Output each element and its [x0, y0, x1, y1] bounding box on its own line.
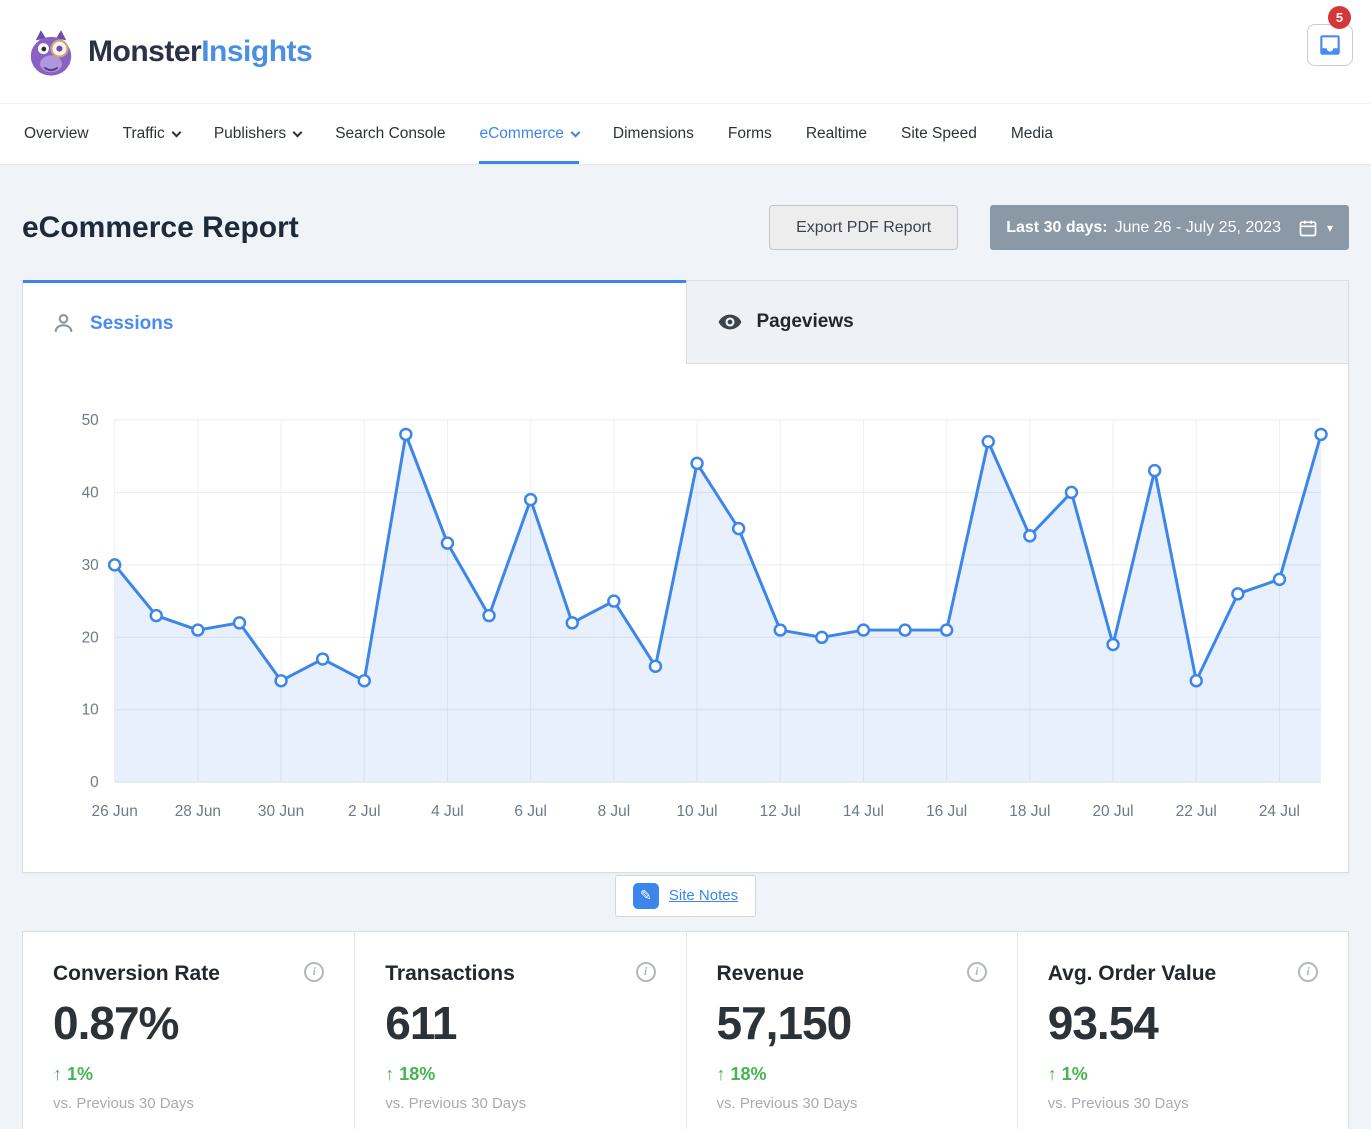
stat-comparison: vs. Previous 30 Days: [385, 1095, 655, 1112]
up-arrow-icon: ↑: [1048, 1064, 1057, 1085]
svg-text:24 Jul: 24 Jul: [1259, 803, 1300, 820]
notifications-button[interactable]: [1307, 24, 1353, 66]
svg-text:18 Jul: 18 Jul: [1009, 803, 1050, 820]
up-arrow-icon: ↑: [717, 1064, 726, 1085]
svg-text:8 Jul: 8 Jul: [598, 803, 631, 820]
main-nav: Overview Traffic Publishers Search Conso…: [0, 104, 1371, 165]
nav-item-ecommerce[interactable]: eCommerce: [479, 104, 578, 164]
nav-item-overview[interactable]: Overview: [24, 104, 89, 164]
app-header: MonsterInsights 5: [0, 0, 1371, 104]
stat-change-value: 18%: [399, 1064, 435, 1085]
stats-panel: Conversion Rate i 0.87% ↑ 1% vs. Previou…: [22, 931, 1349, 1129]
date-range-label: Last 30 days:: [1006, 219, 1107, 237]
svg-text:20: 20: [82, 629, 99, 646]
sessions-chart-panel: Sessions Pageviews 26 Jun 28 Jun 30 Jun 2 J…: [22, 280, 1349, 873]
info-icon[interactable]: i: [967, 962, 987, 982]
stat-card-transactions: Transactions i 611 ↑ 18% vs. Previous 30…: [354, 932, 685, 1129]
stat-title: Avg. Order Value: [1048, 962, 1216, 986]
brand-name: MonsterInsights: [88, 35, 312, 69]
stat-card-avg-order-value: Avg. Order Value i 93.54 ↑ 1% vs. Previo…: [1017, 932, 1348, 1129]
eye-icon: [717, 309, 743, 335]
chevron-down-icon: [570, 127, 580, 137]
info-icon[interactable]: i: [304, 962, 324, 982]
svg-text:40: 40: [82, 484, 99, 501]
svg-text:14 Jul: 14 Jul: [843, 803, 884, 820]
chevron-down-icon: [171, 127, 181, 137]
nav-item-media[interactable]: Media: [1011, 104, 1053, 164]
svg-text:16 Jul: 16 Jul: [926, 803, 967, 820]
svg-text:6 Jul: 6 Jul: [514, 803, 547, 820]
info-icon[interactable]: i: [1298, 962, 1318, 982]
stat-comparison: vs. Previous 30 Days: [717, 1095, 987, 1112]
svg-text:12 Jul: 12 Jul: [760, 803, 801, 820]
chart-area: 26 Jun 28 Jun 30 Jun 2 Jul 4 Jul 6 Jul 8 Jul 10…: [23, 364, 1348, 872]
svg-text:50: 50: [82, 412, 99, 429]
svg-text:10: 10: [82, 702, 99, 719]
stat-change: ↑ 1%: [1048, 1064, 1318, 1085]
stat-title: Conversion Rate: [53, 962, 220, 986]
chart-tab-bar: Sessions Pageviews: [23, 280, 1348, 364]
stat-comparison: vs. Previous 30 Days: [1048, 1095, 1318, 1112]
site-notes-label: Site Notes: [669, 887, 738, 904]
stat-value: 57,150: [717, 996, 987, 1050]
content: eCommerce Report Export PDF Report Last …: [0, 165, 1371, 1129]
tab-pageviews-label: Pageviews: [757, 311, 854, 333]
site-notes-button[interactable]: ✎ Site Notes: [615, 875, 756, 917]
svg-text:4 Jul: 4 Jul: [431, 803, 464, 820]
inbox-icon: [1317, 32, 1343, 58]
nav-item-forms[interactable]: Forms: [728, 104, 772, 164]
svg-text:28 Jun: 28 Jun: [175, 803, 221, 820]
svg-text:2 Jul: 2 Jul: [348, 803, 381, 820]
svg-text:30 Jun: 30 Jun: [258, 803, 304, 820]
svg-text:0: 0: [90, 774, 99, 791]
page-title: eCommerce Report: [22, 211, 769, 245]
info-icon[interactable]: i: [636, 962, 656, 982]
up-arrow-icon: ↑: [53, 1064, 62, 1085]
stat-change: ↑ 18%: [717, 1064, 987, 1085]
stat-value: 0.87%: [53, 996, 324, 1050]
stat-change-value: 1%: [1062, 1064, 1088, 1085]
svg-text:30: 30: [82, 557, 99, 574]
stat-change: ↑ 1%: [53, 1064, 324, 1085]
tab-pageviews[interactable]: Pageviews: [686, 280, 1349, 364]
monsterinsights-logo: [24, 25, 78, 79]
stat-title: Revenue: [717, 962, 805, 986]
export-pdf-button[interactable]: Export PDF Report: [769, 205, 958, 250]
sessions-line-chart[interactable]: 26 Jun 28 Jun 30 Jun 2 Jul 4 Jul 6 Jul 8 Jul 10…: [35, 404, 1334, 854]
stat-value: 93.54: [1048, 996, 1318, 1050]
brand: MonsterInsights: [24, 25, 312, 79]
date-range-picker[interactable]: Last 30 days: June 26 - July 25, 2023 ▾: [990, 205, 1349, 250]
stat-card-revenue: Revenue i 57,150 ↑ 18% vs. Previous 30 D…: [686, 932, 1017, 1129]
stat-change-value: 1%: [67, 1064, 93, 1085]
date-range-value: June 26 - July 25, 2023: [1115, 219, 1281, 237]
svg-text:26 Jun: 26 Jun: [92, 803, 138, 820]
note-pencil-icon: ✎: [633, 883, 659, 909]
tab-sessions[interactable]: Sessions: [23, 280, 686, 364]
calendar-icon: [1298, 218, 1318, 238]
nav-item-dimensions[interactable]: Dimensions: [613, 104, 694, 164]
title-row: eCommerce Report Export PDF Report Last …: [22, 205, 1349, 250]
up-arrow-icon: ↑: [385, 1064, 394, 1085]
caret-down-icon: ▾: [1327, 221, 1333, 235]
stat-card-conversion-rate: Conversion Rate i 0.87% ↑ 1% vs. Previou…: [23, 932, 354, 1129]
stat-change-value: 18%: [731, 1064, 767, 1085]
nav-item-realtime[interactable]: Realtime: [806, 104, 867, 164]
stat-comparison: vs. Previous 30 Days: [53, 1095, 324, 1112]
nav-item-traffic[interactable]: Traffic: [123, 104, 180, 164]
stat-value: 611: [385, 996, 655, 1050]
nav-item-search-console[interactable]: Search Console: [335, 104, 445, 164]
notification-badge: 5: [1328, 6, 1351, 29]
site-notes-row: ✎ Site Notes: [22, 875, 1349, 917]
person-icon: [51, 311, 76, 336]
stat-change: ↑ 18%: [385, 1064, 655, 1085]
svg-text:20 Jul: 20 Jul: [1092, 803, 1133, 820]
nav-item-publishers[interactable]: Publishers: [214, 104, 301, 164]
stat-title: Transactions: [385, 962, 515, 986]
nav-item-site-speed[interactable]: Site Speed: [901, 104, 977, 164]
tab-sessions-label: Sessions: [90, 313, 173, 335]
svg-text:10 Jul: 10 Jul: [676, 803, 717, 820]
svg-text:22 Jul: 22 Jul: [1176, 803, 1217, 820]
chevron-down-icon: [293, 127, 303, 137]
